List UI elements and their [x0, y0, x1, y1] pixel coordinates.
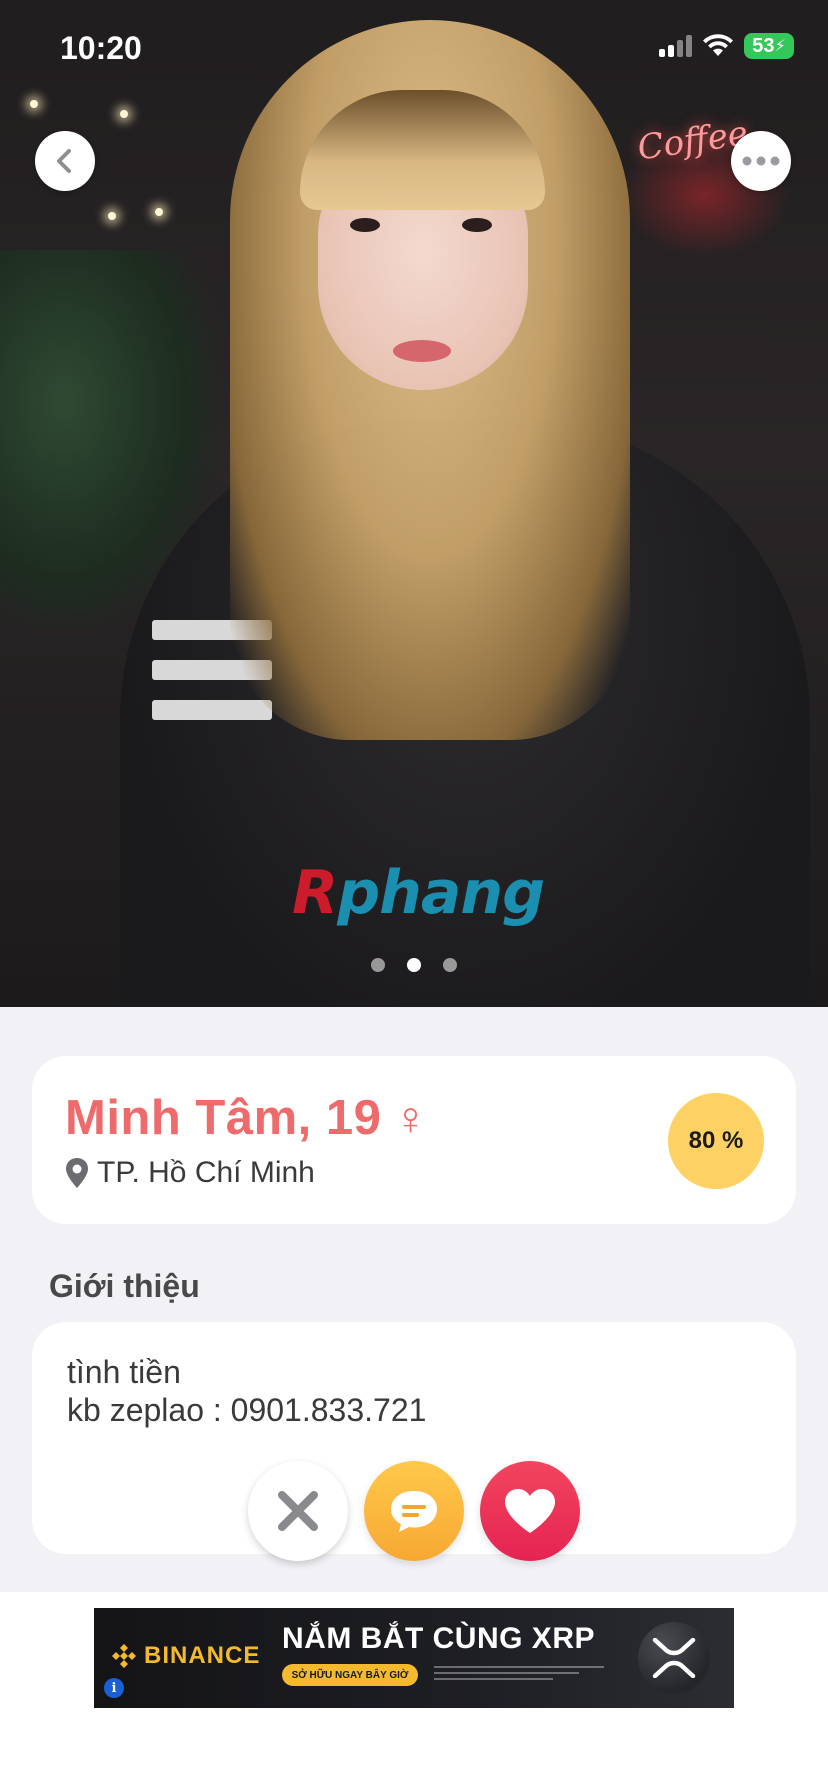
string-light [30, 100, 38, 108]
ad-headline: NẮM BẮT CÙNG XRP [282, 1622, 595, 1655]
back-button[interactable] [35, 131, 95, 191]
page-dot-active[interactable] [407, 958, 421, 972]
status-time: 10:20 [60, 30, 142, 66]
heart-icon [505, 1489, 555, 1533]
ad-container: BINANCE NẮM BẮT CÙNG XRP SỞ HỮU NGAY BÂY… [0, 1592, 828, 1792]
ellipsis-icon [742, 156, 780, 166]
map-pin-icon [66, 1158, 88, 1188]
ad-cta-button[interactable]: SỞ HỮU NGAY BÂY GIỜ [282, 1664, 418, 1686]
profile-photo[interactable]: Coffee Rphang [0, 0, 828, 1007]
ad-info-icon[interactable]: i [104, 1678, 124, 1698]
person-eye [462, 218, 492, 232]
chevron-left-icon [57, 149, 71, 173]
name-row: Minh Tâm, 19 ♀ [65, 1090, 428, 1146]
binance-logo: BINANCE [110, 1642, 260, 1670]
xrp-logo [638, 1622, 710, 1694]
status-indicators: 53 ⚡ [659, 33, 794, 59]
person-lips [393, 340, 451, 362]
like-button[interactable] [480, 1461, 580, 1561]
photo-pagination [0, 958, 828, 972]
string-light [155, 208, 163, 216]
profile-info-card: Minh Tâm, 19 ♀ TP. Hồ Chí Minh 80 % [32, 1056, 796, 1224]
string-light [108, 212, 116, 220]
chat-button[interactable] [364, 1461, 464, 1561]
bio-line: kb zeplao : 0901.833.721 [67, 1392, 427, 1428]
xrp-icon [652, 1638, 696, 1678]
close-icon [278, 1491, 318, 1531]
profile-location: TP. Hồ Chí Minh [97, 1156, 315, 1189]
female-gender-icon: ♀ [393, 1092, 428, 1144]
ad-brand-name: BINANCE [144, 1642, 261, 1669]
chat-bubble-icon [391, 1491, 437, 1532]
cellular-signal-icon [659, 35, 692, 57]
ad-banner[interactable]: BINANCE NẮM BẮT CÙNG XRP SỞ HỮU NGAY BÂY… [94, 1608, 734, 1708]
watermark: Rphang [292, 858, 545, 928]
battery-icon: 53 ⚡ [744, 33, 794, 59]
page-dot[interactable] [371, 958, 385, 972]
about-section-title: Giới thiệu [49, 1268, 200, 1304]
profile-name-age: Minh Tâm, 19 [65, 1091, 382, 1145]
ad-fine-print [434, 1666, 604, 1686]
dislike-button[interactable] [248, 1461, 348, 1561]
location-row: TP. Hồ Chí Minh [65, 1156, 315, 1190]
person-eye [350, 218, 380, 232]
wifi-icon [702, 34, 734, 58]
match-percentage-badge: 80 % [668, 1093, 764, 1189]
more-options-button[interactable] [731, 131, 791, 191]
bio-line: tình tiền [67, 1354, 181, 1390]
string-light [120, 110, 128, 118]
battery-level: 53 [752, 34, 775, 57]
page-dot[interactable] [443, 958, 457, 972]
binance-diamond-icon [112, 1644, 136, 1668]
